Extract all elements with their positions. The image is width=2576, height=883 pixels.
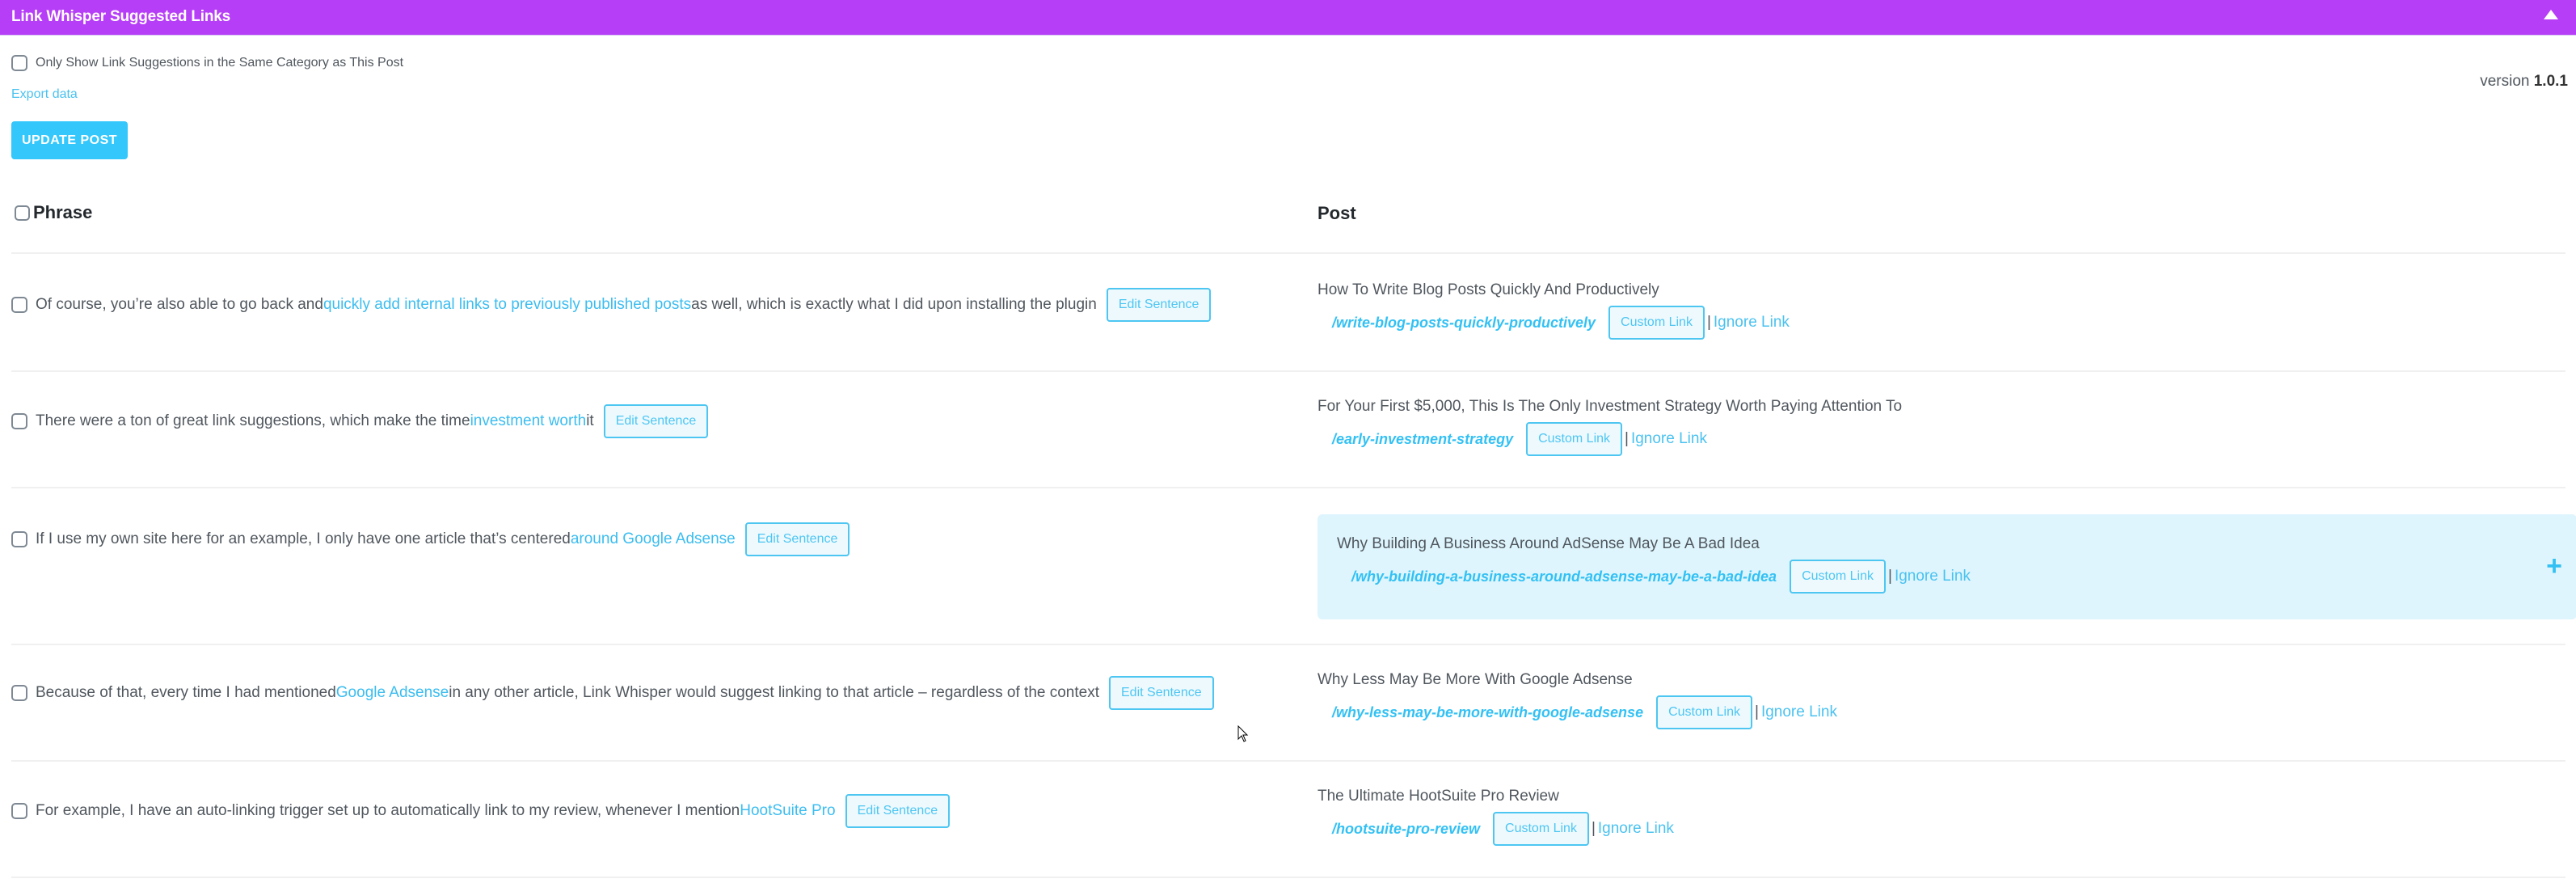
- post-link-line: /why-building-a-business-around-adsense-…: [1351, 560, 2557, 594]
- edit-sentence-button[interactable]: Edit Sentence: [603, 404, 709, 438]
- table-row-highlighted: If I use my own site here for an example…: [11, 488, 2576, 645]
- update-post-button[interactable]: UPDATE POST: [11, 121, 128, 159]
- separator: |: [1755, 703, 1759, 720]
- custom-link-button[interactable]: Custom Link: [1790, 560, 1886, 594]
- phrase-cell: There were a ton of great link suggestio…: [11, 404, 709, 438]
- row-checkbox[interactable]: [11, 413, 27, 429]
- panel-header: Link Whisper Suggested Links: [0, 0, 2576, 36]
- edit-sentence-button[interactable]: Edit Sentence: [744, 522, 850, 556]
- post-title: For Your First $5,000, This Is The Only …: [1318, 398, 1903, 415]
- table-row: For example, I have an auto-linking trig…: [11, 762, 2565, 878]
- row-checkbox[interactable]: [11, 531, 27, 547]
- same-category-checkbox[interactable]: [11, 55, 27, 71]
- post-slug-link[interactable]: /why-less-may-be-more-with-google-adsens…: [1332, 704, 1643, 721]
- ignore-link[interactable]: Ignore Link: [1631, 430, 1707, 448]
- phrase-header-label: Phrase: [33, 202, 93, 222]
- sentence-text: in any other article, Link Whisper would…: [449, 684, 1099, 701]
- row-checkbox[interactable]: [11, 685, 27, 701]
- post-slug-link[interactable]: /early-investment-strategy: [1332, 431, 1513, 448]
- export-data-link[interactable]: Export data: [11, 87, 78, 102]
- anchor-text[interactable]: around Google Adsense: [571, 530, 736, 548]
- anchor-text[interactable]: investment worth: [470, 412, 587, 430]
- phrase-cell: Of course, you’re also able to go back a…: [11, 288, 1212, 322]
- sentence-text: it: [586, 412, 594, 429]
- post-slug-link[interactable]: /hootsuite-pro-review: [1332, 821, 1480, 838]
- custom-link-button[interactable]: Custom Link: [1656, 695, 1752, 729]
- same-category-label: Only Show Link Suggestions in the Same C…: [36, 56, 404, 70]
- separator: |: [1888, 568, 1892, 585]
- post-cell: For Your First $5,000, This Is The Only …: [1318, 398, 1902, 456]
- ignore-link[interactable]: Ignore Link: [1714, 314, 1790, 332]
- sentence-text: For example, I have an auto-linking trig…: [36, 802, 740, 819]
- phrase-cell: If I use my own site here for an example…: [11, 522, 850, 556]
- table-row: There were a ton of great link suggestio…: [11, 372, 2565, 488]
- sentence-text: Of course, you’re also able to go back a…: [36, 296, 323, 313]
- post-title: The Ultimate HootSuite Pro Review: [1318, 788, 1559, 805]
- expand-plus-icon[interactable]: +: [2546, 552, 2562, 580]
- version-label: version: [2480, 73, 2530, 90]
- separator: |: [1706, 314, 1711, 331]
- post-link-line: /why-less-may-be-more-with-google-adsens…: [1332, 695, 1837, 729]
- table-header: Phrase Post: [11, 201, 2565, 254]
- table-row: Of course, you’re also able to go back a…: [11, 256, 2565, 372]
- separator: |: [1625, 430, 1629, 447]
- post-header-label: Post: [1318, 203, 1356, 223]
- post-title: Why Less May Be More With Google Adsense: [1318, 671, 1633, 688]
- version-number: 1.0.1: [2533, 73, 2568, 90]
- select-all-checkbox[interactable]: [15, 205, 30, 221]
- post-title: How To Write Blog Posts Quickly And Prod…: [1318, 281, 1659, 298]
- post-link-line: /hootsuite-pro-review Custom Link | Igno…: [1332, 812, 1674, 846]
- edit-sentence-button[interactable]: Edit Sentence: [1106, 288, 1212, 322]
- post-slug-link[interactable]: /why-building-a-business-around-adsense-…: [1351, 568, 1777, 585]
- custom-link-button[interactable]: Custom Link: [1493, 812, 1589, 846]
- row-checkbox[interactable]: [11, 297, 27, 313]
- anchor-text[interactable]: quickly add internal links to previously…: [323, 296, 691, 314]
- custom-link-button[interactable]: Custom Link: [1608, 306, 1705, 340]
- same-category-option[interactable]: Only Show Link Suggestions in the Same C…: [11, 55, 403, 71]
- post-cell: How To Write Blog Posts Quickly And Prod…: [1318, 281, 1790, 340]
- separator: |: [1591, 820, 1596, 837]
- ignore-link[interactable]: Ignore Link: [1761, 703, 1837, 721]
- collapse-triangle-icon[interactable]: [2544, 10, 2558, 19]
- custom-link-button[interactable]: Custom Link: [1526, 422, 1623, 456]
- ignore-link[interactable]: Ignore Link: [1895, 568, 1971, 585]
- anchor-text[interactable]: Google Adsense: [336, 684, 449, 702]
- phrase-column-header: Phrase: [15, 202, 92, 223]
- post-link-line: /write-blog-posts-quickly-productively C…: [1332, 306, 1790, 340]
- post-cell: Why Less May Be More With Google Adsense…: [1318, 671, 1837, 729]
- post-title: Why Building A Business Around AdSense M…: [1337, 535, 1760, 552]
- phrase-cell: Because of that, every time I had mentio…: [11, 676, 1214, 710]
- phrase-cell: For example, I have an auto-linking trig…: [11, 794, 951, 828]
- post-cell: The Ultimate HootSuite Pro Review /hoots…: [1318, 788, 1674, 846]
- edit-sentence-button[interactable]: Edit Sentence: [845, 794, 951, 828]
- edit-sentence-button[interactable]: Edit Sentence: [1109, 676, 1214, 710]
- post-cell-highlighted: Why Building A Business Around AdSense M…: [1318, 514, 2576, 619]
- sentence-text: If I use my own site here for an example…: [36, 530, 571, 547]
- sentence-text: as well, which is exactly what I did upo…: [691, 296, 1097, 313]
- table-row: Because of that, every time I had mentio…: [11, 645, 2565, 762]
- post-slug-link[interactable]: /write-blog-posts-quickly-productively: [1332, 315, 1596, 332]
- post-link-line: /early-investment-strategy Custom Link |…: [1332, 422, 1902, 456]
- panel-title: Link Whisper Suggested Links: [11, 8, 230, 25]
- sentence-text: There were a ton of great link suggestio…: [36, 412, 470, 429]
- ignore-link[interactable]: Ignore Link: [1598, 820, 1674, 838]
- version-info: version 1.0.1: [2480, 73, 2568, 91]
- post-column-header: Post: [1318, 203, 1356, 224]
- sentence-text: Because of that, every time I had mentio…: [36, 684, 336, 701]
- anchor-text[interactable]: HootSuite Pro: [740, 802, 835, 820]
- row-checkbox[interactable]: [11, 803, 27, 819]
- mouse-pointer-icon: [1237, 725, 1249, 742]
